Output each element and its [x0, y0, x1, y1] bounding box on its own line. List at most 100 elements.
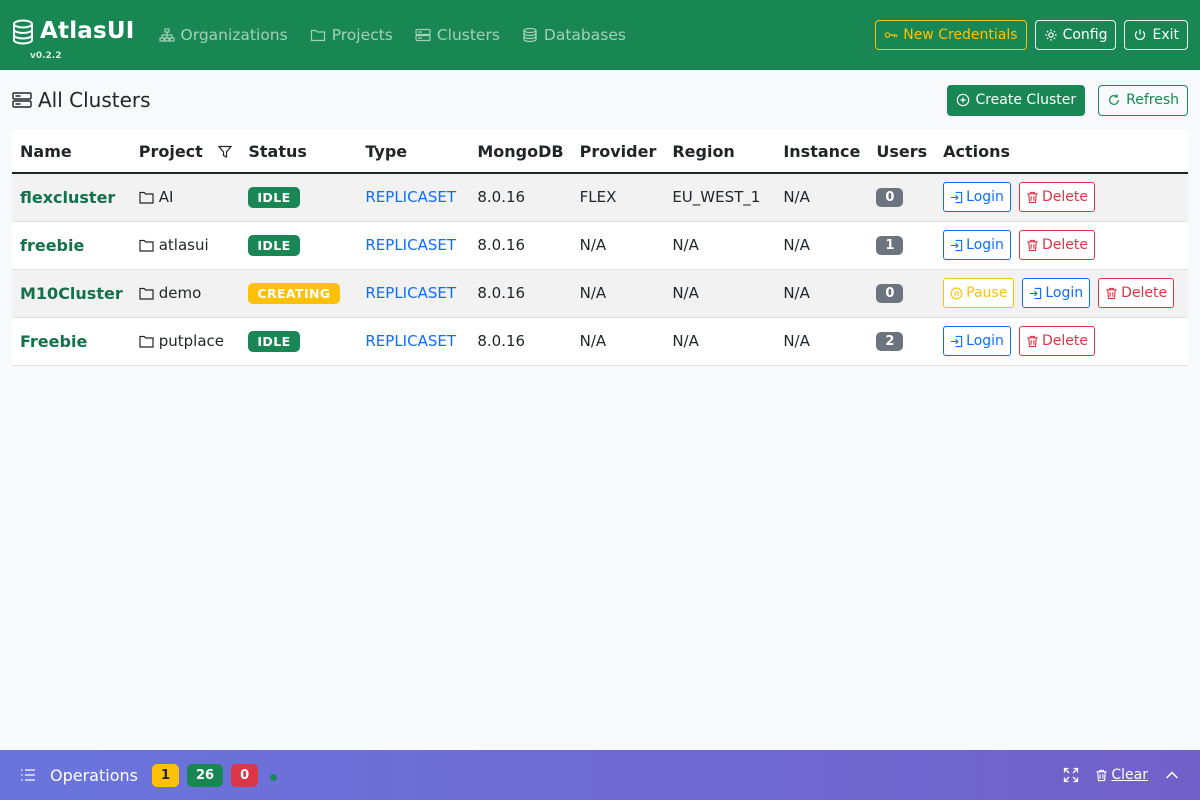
- new-credentials-button[interactable]: New Credentials: [875, 20, 1027, 50]
- create-cluster-button[interactable]: Create Cluster: [947, 84, 1086, 116]
- key-icon: [884, 32, 898, 38]
- delete-button[interactable]: Delete: [1018, 326, 1095, 356]
- provider-cell: N/A: [571, 317, 665, 366]
- type-link[interactable]: REPLICASET: [365, 188, 456, 206]
- nav-item-label: Clusters: [436, 26, 500, 44]
- header-status[interactable]: Status: [240, 130, 358, 174]
- header-actions: Actions: [935, 130, 1188, 174]
- login-icon: [951, 335, 963, 347]
- region-cell: EU_WEST_1: [664, 173, 776, 222]
- mongodb-version: 8.0.16: [469, 317, 572, 366]
- region-cell: N/A: [664, 269, 776, 318]
- list-icon: [21, 769, 35, 781]
- users-count-badge[interactable]: 0: [876, 188, 904, 208]
- table-row: flexcluster AI IDLE REPLICASET 8.0.16 FL…: [12, 173, 1188, 222]
- users-count-badge[interactable]: 2: [876, 332, 904, 351]
- mongodb-version: 8.0.16: [469, 269, 572, 318]
- table-header-row: Name Project Status Type MongoDB Provide…: [12, 130, 1188, 174]
- nav-item-clusters[interactable]: Clusters: [415, 26, 500, 44]
- header-name[interactable]: Name: [12, 130, 131, 174]
- folder-icon: [310, 29, 325, 42]
- operations-completed-badge: 26: [187, 763, 224, 787]
- status-badge: CREATING: [248, 282, 340, 304]
- project-name: putplace: [158, 332, 224, 350]
- chevron-up-icon[interactable]: [1164, 767, 1180, 783]
- table-row: Freebie putplace IDLE REPLICASET 8.0.16 …: [12, 317, 1188, 366]
- nav-item-databases[interactable]: Databases: [522, 26, 626, 44]
- brand[interactable]: AtlasUI v0.2.2: [12, 15, 135, 61]
- login-button[interactable]: Login: [943, 182, 1011, 213]
- header-region[interactable]: Region: [664, 130, 776, 174]
- login-button[interactable]: Login: [943, 230, 1011, 260]
- operations-pending-badge: 1: [151, 763, 180, 787]
- clear-operations-button[interactable]: Clear: [1095, 767, 1148, 783]
- create-cluster-label: Create Cluster: [975, 92, 1077, 108]
- login-button[interactable]: Login: [943, 326, 1011, 356]
- page-title-text: All Clusters: [38, 88, 151, 112]
- header-provider[interactable]: Provider: [571, 130, 665, 174]
- status-badge: IDLE: [248, 234, 300, 256]
- mongodb-version: 8.0.16: [469, 173, 572, 222]
- page-header: All Clusters Create Cluster Refresh: [12, 84, 1188, 116]
- nav-item-organizations[interactable]: Organizations: [158, 26, 288, 44]
- database-icon: [13, 19, 33, 45]
- cluster-name-link[interactable]: flexcluster: [20, 188, 115, 207]
- table-row: M10Cluster demo CREATING REPLICASET 8.0.…: [12, 269, 1188, 318]
- nav-item-label: Organizations: [180, 26, 288, 44]
- nav-item-label: Projects: [331, 26, 393, 44]
- cluster-name-link[interactable]: M10Cluster: [20, 284, 123, 303]
- exit-label: Exit: [1152, 27, 1179, 43]
- config-label: Config: [1062, 27, 1108, 43]
- header-instance[interactable]: Instance: [775, 130, 869, 174]
- type-link[interactable]: REPLICASET: [365, 284, 456, 302]
- instance-cell: N/A: [775, 173, 869, 222]
- app-name: AtlasUI: [40, 18, 135, 44]
- cluster-name-link[interactable]: freebie: [20, 236, 84, 255]
- type-link[interactable]: REPLICASET: [365, 236, 456, 254]
- delete-button[interactable]: Delete: [1018, 182, 1095, 213]
- database-icon: [523, 27, 537, 43]
- users-count-badge[interactable]: 0: [876, 284, 904, 303]
- expand-icon[interactable]: [1063, 767, 1079, 783]
- type-link[interactable]: REPLICASET: [365, 332, 456, 350]
- delete-button[interactable]: Delete: [1098, 278, 1175, 308]
- nav-item-label: Databases: [543, 26, 626, 44]
- server-icon: [415, 28, 431, 42]
- diagram-icon: [158, 28, 175, 42]
- trash-icon: [1096, 769, 1107, 781]
- region-cell: N/A: [664, 317, 776, 366]
- connection-status-dot: [270, 773, 278, 781]
- trash-icon: [1027, 239, 1038, 251]
- instance-cell: N/A: [775, 317, 869, 366]
- instance-cell: N/A: [775, 221, 869, 270]
- header-users[interactable]: Users: [868, 130, 936, 174]
- server-icon: [12, 92, 32, 108]
- refresh-label: Refresh: [1126, 92, 1179, 108]
- users-count-badge[interactable]: 1: [876, 236, 904, 255]
- clusters-table: Name Project Status Type MongoDB Provide…: [12, 130, 1188, 366]
- header-project[interactable]: Project: [130, 130, 241, 174]
- new-credentials-label: New Credentials: [903, 27, 1018, 43]
- header-mongodb[interactable]: MongoDB: [469, 130, 572, 174]
- header-type[interactable]: Type: [357, 130, 470, 174]
- config-button[interactable]: Config: [1034, 20, 1117, 50]
- exit-button[interactable]: Exit: [1124, 20, 1188, 50]
- project-name: atlasui: [158, 236, 209, 254]
- page-title: All Clusters: [12, 88, 947, 112]
- login-button[interactable]: Login: [1022, 278, 1091, 308]
- pause-button[interactable]: Pause: [943, 278, 1015, 308]
- operations-bar[interactable]: Operations 1 26 0 Clear: [0, 750, 1200, 800]
- login-icon: [1030, 287, 1042, 299]
- cluster-name-link[interactable]: Freebie: [20, 332, 87, 351]
- project-name: AI: [158, 188, 174, 207]
- navbar-actions: New Credentials Config Exit: [875, 20, 1188, 50]
- nav-item-projects[interactable]: Projects: [310, 26, 393, 44]
- delete-button[interactable]: Delete: [1018, 230, 1095, 260]
- refresh-button[interactable]: Refresh: [1098, 84, 1188, 116]
- filter-icon[interactable]: [218, 145, 233, 159]
- operations-title: Operations: [50, 765, 138, 785]
- mongodb-version: 8.0.16: [469, 221, 572, 270]
- refresh-icon: [1109, 94, 1120, 105]
- table-row: freebie atlasui IDLE REPLICASET 8.0.16 N…: [12, 221, 1188, 270]
- gear-icon: [1044, 29, 1057, 41]
